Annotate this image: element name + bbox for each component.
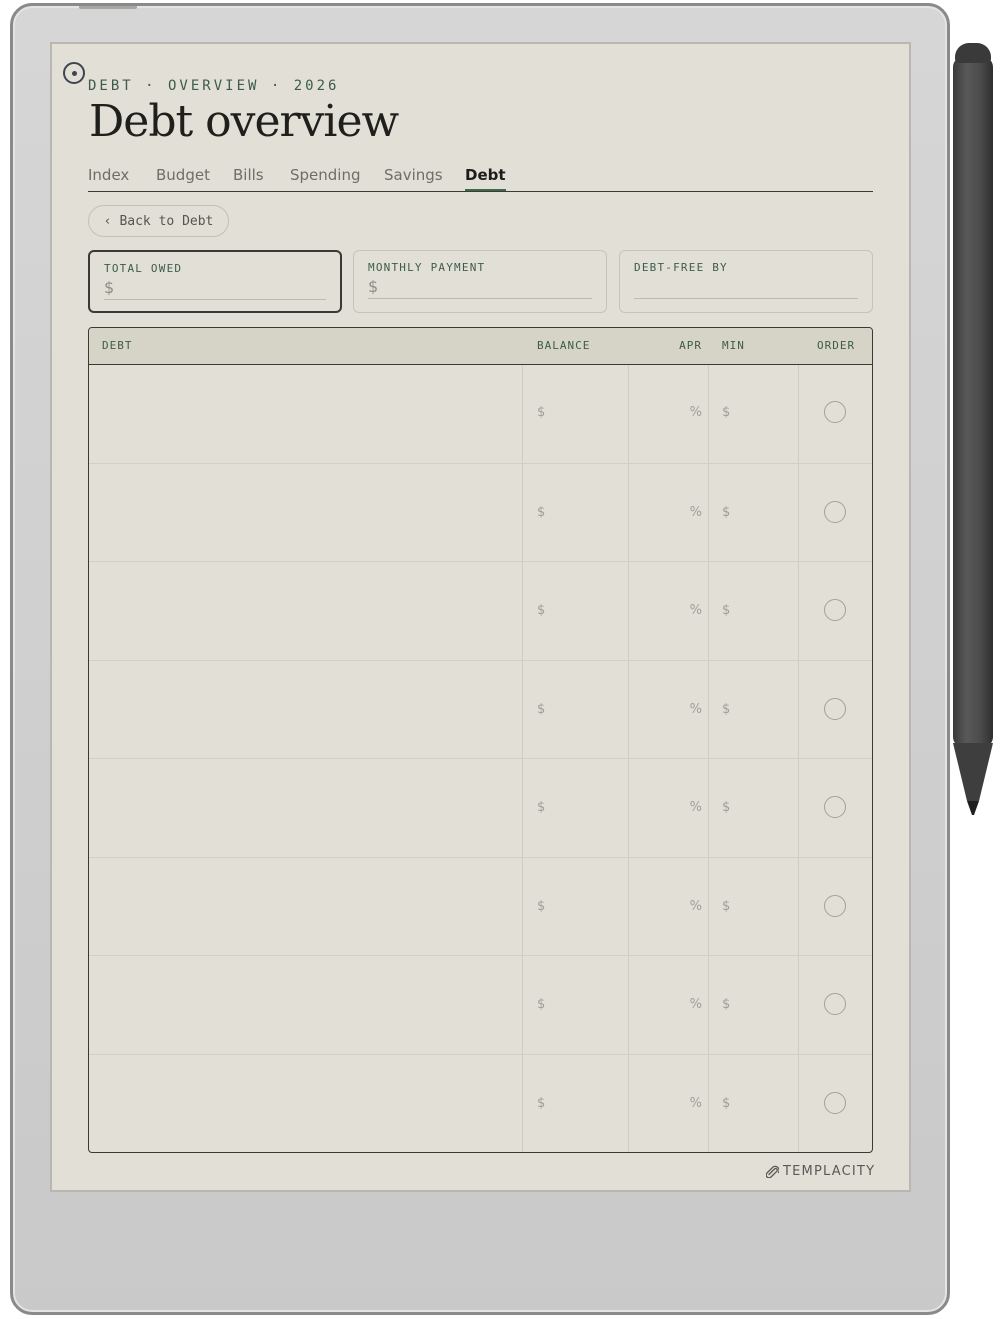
tab-savings[interactable]: Savings [384, 166, 443, 184]
monthly-payment-field[interactable]: $ [368, 276, 592, 299]
debt-name-cell[interactable] [89, 661, 522, 759]
stat-monthly-payment: MONTHLY PAYMENT $ [353, 250, 607, 313]
balance-cell[interactable]: $ [537, 1055, 545, 1153]
order-radio[interactable] [824, 500, 846, 523]
total-owed-field[interactable]: $ [104, 277, 326, 300]
min-cell[interactable]: $ [722, 1055, 730, 1153]
min-cell[interactable]: $ [722, 661, 730, 759]
debt-name-cell[interactable] [89, 759, 522, 857]
balance-cell[interactable]: $ [537, 562, 545, 660]
order-radio[interactable] [824, 697, 846, 720]
order-radio[interactable] [824, 993, 846, 1015]
tab-budget[interactable]: Budget [156, 166, 210, 184]
stylus [953, 43, 993, 815]
tab-spending[interactable]: Spending [290, 166, 361, 184]
column-header-order: ORDER [817, 339, 856, 352]
balance-cell[interactable]: $ [537, 364, 545, 462]
paperclip-icon [766, 1165, 779, 1178]
debt-name-cell[interactable] [89, 956, 522, 1054]
min-cell[interactable]: $ [722, 464, 730, 562]
tab-bar: Index Budget Bills Spending Savings Debt [88, 166, 873, 192]
stat-label: TOTAL OWED [104, 262, 183, 275]
order-radio[interactable] [824, 1091, 846, 1114]
min-cell[interactable]: $ [722, 364, 730, 462]
apr-cell[interactable]: % [690, 562, 702, 660]
debt-free-by-field[interactable] [634, 276, 858, 299]
column-header-debt: DEBT [102, 339, 133, 352]
order-radio[interactable] [824, 894, 846, 917]
min-cell[interactable]: $ [722, 956, 730, 1054]
debt-table: DEBT BALANCE APR MIN ORDER $% $ $% $ $% $ $% $ $… [88, 327, 873, 1153]
column-header-balance: BALANCE [537, 339, 591, 352]
stat-label: DEBT-FREE BY [634, 261, 728, 274]
debt-name-cell[interactable] [89, 364, 522, 462]
stylus-tip [953, 743, 993, 815]
table-row: $% $ [89, 955, 872, 1054]
tab-bills[interactable]: Bills [233, 166, 264, 184]
stat-label: MONTHLY PAYMENT [368, 261, 486, 274]
min-cell[interactable]: $ [722, 562, 730, 660]
table-row: $% $ [89, 561, 872, 660]
apr-cell[interactable]: % [690, 956, 702, 1054]
balance-cell[interactable]: $ [537, 858, 545, 956]
stylus-body [953, 57, 993, 747]
column-header-min: MIN [722, 339, 745, 352]
device-button [79, 6, 137, 9]
table-row: $% $ [89, 364, 872, 462]
brand-logo: TEMPLACITY [766, 1163, 875, 1179]
balance-cell[interactable]: $ [537, 956, 545, 1054]
page-eyebrow: DEBT · OVERVIEW · 2026 [88, 78, 340, 94]
stat-debt-free-by: DEBT-FREE BY [619, 250, 873, 313]
debt-name-cell[interactable] [89, 858, 522, 956]
apr-cell[interactable]: % [690, 364, 702, 462]
table-header: DEBT BALANCE APR MIN ORDER [89, 328, 872, 365]
balance-cell[interactable]: $ [537, 661, 545, 759]
balance-cell[interactable]: $ [537, 464, 545, 562]
min-cell[interactable]: $ [722, 858, 730, 956]
debt-name-cell[interactable] [89, 464, 522, 562]
column-header-apr: APR [679, 339, 702, 352]
table-row: $% $ [89, 1053, 872, 1153]
debt-name-cell[interactable] [89, 562, 522, 660]
stylus-cap [955, 43, 991, 63]
tab-index[interactable]: Index [88, 166, 129, 184]
brand-name: TEMPLACITY [783, 1163, 876, 1179]
back-to-debt-button[interactable]: ‹ Back to Debt [88, 205, 229, 237]
balance-cell[interactable]: $ [537, 759, 545, 857]
apr-cell[interactable]: % [690, 858, 702, 956]
tab-debt[interactable]: Debt [465, 166, 506, 191]
debt-name-cell[interactable] [89, 1055, 522, 1153]
page-title: Debt overview [89, 96, 399, 147]
table-row: $% $ [89, 856, 872, 956]
table-row: $% $ [89, 462, 872, 562]
table-row: $% $ [89, 758, 872, 857]
menu-toggle-icon[interactable] [63, 62, 85, 84]
chevron-left-icon: ‹ [103, 213, 112, 229]
order-radio[interactable] [824, 796, 846, 818]
apr-cell[interactable]: % [690, 464, 702, 562]
apr-cell[interactable]: % [690, 1055, 702, 1153]
order-radio[interactable] [824, 599, 846, 621]
stat-total-owed: TOTAL OWED $ [88, 250, 342, 313]
back-button-label: Back to Debt [119, 213, 214, 229]
min-cell[interactable]: $ [722, 759, 730, 857]
order-radio[interactable] [824, 401, 846, 423]
table-row: $% $ [89, 659, 872, 759]
apr-cell[interactable]: % [690, 759, 702, 857]
apr-cell[interactable]: % [690, 661, 702, 759]
